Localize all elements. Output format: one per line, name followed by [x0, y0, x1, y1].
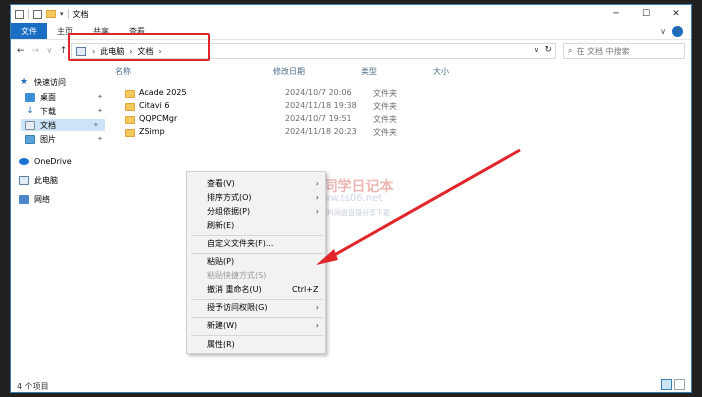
annotation-arrow [316, 148, 521, 265]
annotation-arrow-shaft [321, 148, 521, 264]
screenshot-frame: ▾ 文档 ─ ☐ ✕ 文件 主页 共享 查看 ∨ ? ← → ∨ ↑ › 此电脑 [0, 0, 702, 397]
annotation-arrow-head [316, 249, 338, 265]
